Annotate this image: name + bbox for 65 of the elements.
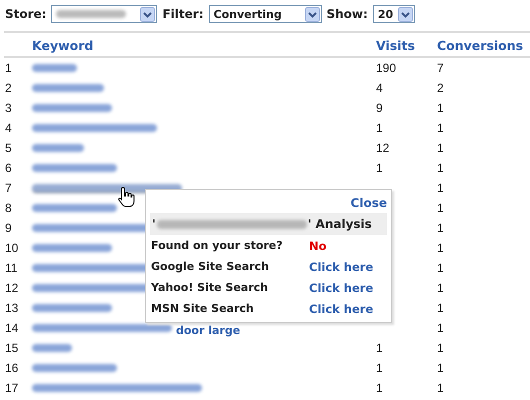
conversions-cell: 1 <box>437 181 444 195</box>
rank-number: 2 <box>5 81 12 95</box>
conversions-cell: 1 <box>437 361 444 375</box>
column-header[interactable]: Visits <box>376 38 415 52</box>
analysis-label: MSN Site Search <box>151 302 255 315</box>
rank-number: 17 <box>5 381 18 395</box>
search-link[interactable]: Click here <box>309 302 374 316</box>
analysis-label: Found on your store? <box>151 239 284 252</box>
rank-number: 11 <box>5 261 18 275</box>
column-header[interactable]: Conversions <box>437 38 524 52</box>
visits-cell: 190 <box>376 61 396 75</box>
rank-number: 1 <box>5 61 12 75</box>
rank-number: 10 <box>5 241 18 255</box>
show-label: Show: <box>326 7 368 21</box>
rank-number: 13 <box>5 301 18 315</box>
visits-cell: 12 <box>376 141 390 155</box>
conversions-cell: 1 <box>437 241 444 255</box>
quote-mark: ' <box>152 217 156 231</box>
search-link[interactable]: Click here <box>309 280 374 294</box>
conversions-cell: 1 <box>437 201 444 215</box>
search-link[interactable]: Click here <box>309 260 374 274</box>
analysis-label: Google Site Search <box>151 260 270 273</box>
visits-cell: 9 <box>376 101 383 115</box>
conversions-cell: 1 <box>437 341 444 355</box>
keyword-link[interactable]: door large <box>176 324 240 336</box>
conversions-cell: 1 <box>437 141 444 155</box>
conversions-cell: 1 <box>437 301 444 315</box>
conversions-cell: 2 <box>437 81 444 95</box>
visits-cell: 1 <box>376 341 383 355</box>
rank-number: 7 <box>5 181 12 195</box>
rank-number: 9 <box>5 221 12 235</box>
popup-title: ' Analysis <box>308 217 372 231</box>
conversions-cell: 1 <box>437 321 444 335</box>
rank-number: 14 <box>5 321 18 335</box>
rank-number: 4 <box>5 121 12 135</box>
store-select[interactable] <box>51 5 158 23</box>
rank-number: 8 <box>5 201 12 215</box>
conversions-cell: 1 <box>437 261 444 275</box>
status-value: No <box>309 238 327 252</box>
conversions-cell: 7 <box>437 61 444 75</box>
visits-cell: 1 <box>376 121 383 135</box>
visits-cell: 1 <box>376 161 383 175</box>
rank-number: 12 <box>5 281 18 295</box>
conversions-cell: 1 <box>437 381 444 395</box>
rank-number: 3 <box>5 101 12 115</box>
conversions-cell: 1 <box>437 281 444 295</box>
rank-number: 16 <box>5 361 18 375</box>
column-header[interactable]: Keyword <box>32 38 94 52</box>
show-select[interactable]: 20 <box>372 5 415 23</box>
rank-number: 15 <box>5 341 18 355</box>
filter-label: Filter: <box>162 7 204 21</box>
visits-cell: 4 <box>376 81 383 95</box>
store-label: Store: <box>5 7 46 21</box>
conversions-cell: 1 <box>437 221 444 235</box>
visits-cell: 1 <box>376 381 383 395</box>
close-link[interactable]: Close <box>350 196 387 210</box>
conversions-cell: 1 <box>437 121 444 135</box>
conversions-cell: 1 <box>437 101 444 115</box>
rank-number: 6 <box>5 161 12 175</box>
hand-cursor-icon <box>118 186 135 208</box>
analysis-label: Yahoo! Site Search <box>151 281 269 294</box>
rank-number: 5 <box>5 141 12 155</box>
conversions-cell: 1 <box>437 161 444 175</box>
filter-select[interactable]: Converting <box>208 5 322 23</box>
visits-cell: 1 <box>376 361 383 375</box>
